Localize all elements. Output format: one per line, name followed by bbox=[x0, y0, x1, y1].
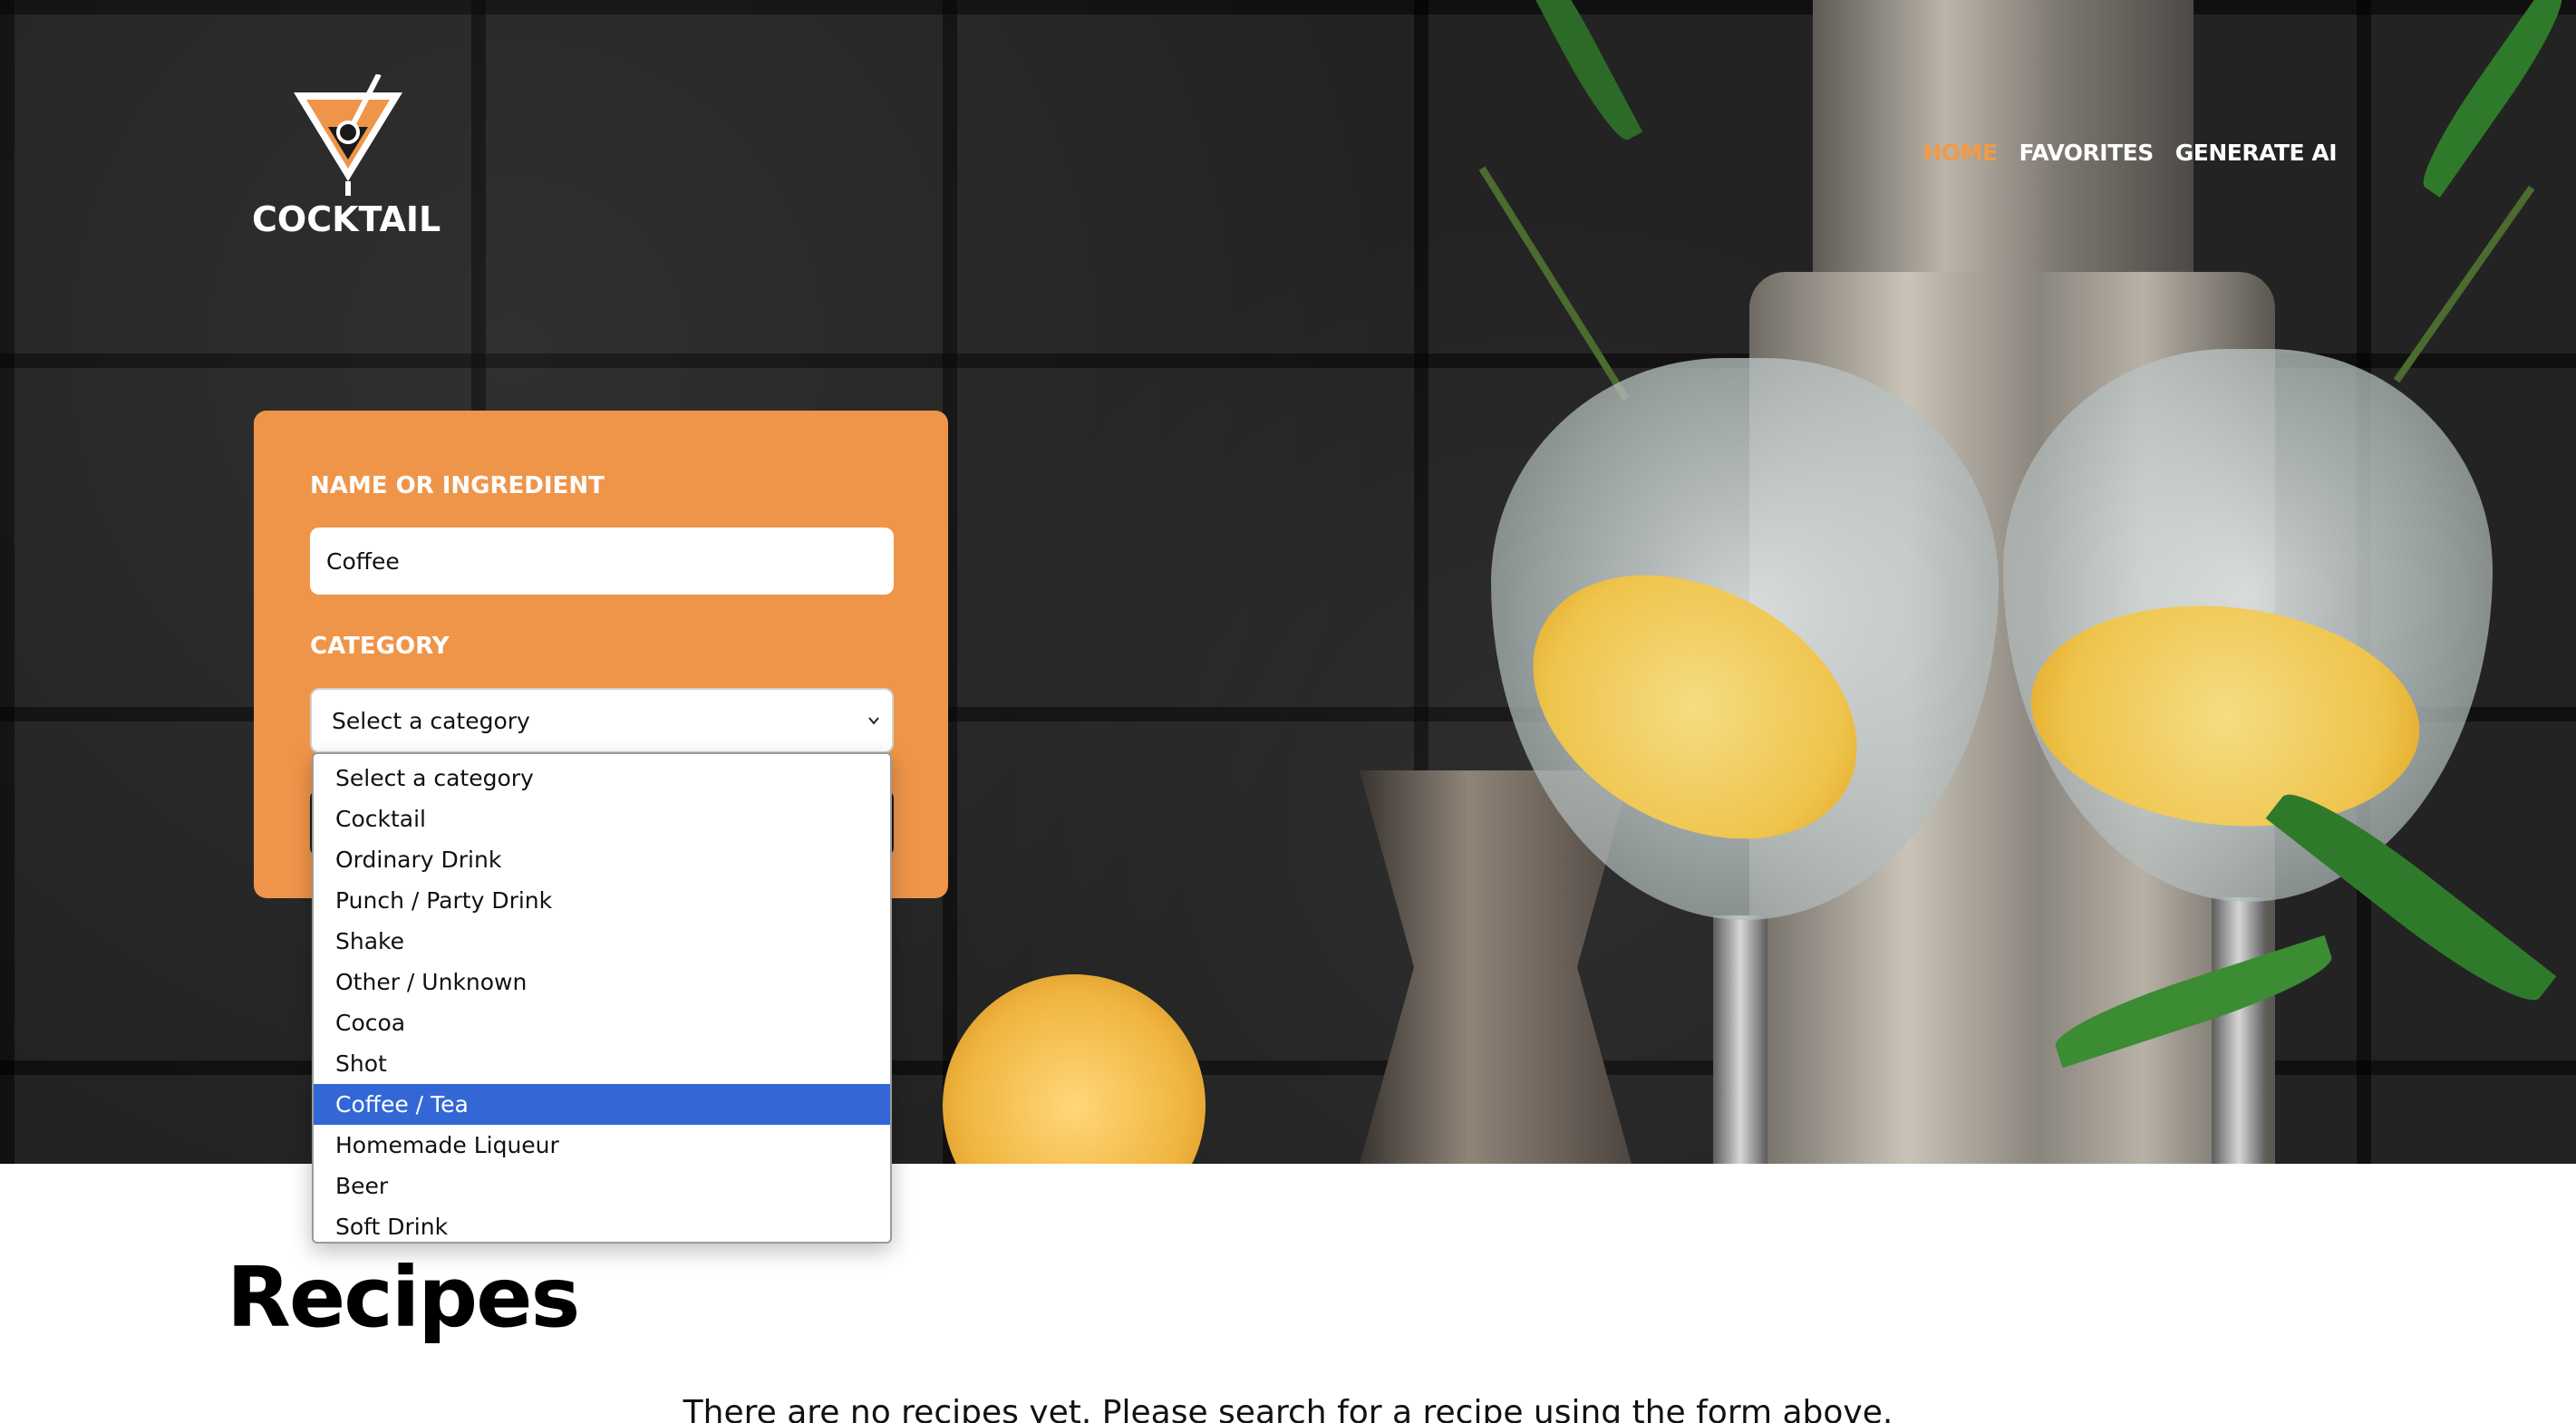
brand-name: COCKTAIL bbox=[252, 199, 441, 239]
nav-favorites-link[interactable]: FAVORITES bbox=[2019, 140, 2155, 166]
nav-home-link[interactable]: HOME bbox=[1922, 140, 1998, 166]
glass-stem-image bbox=[1713, 915, 1767, 1164]
category-option[interactable]: Punch / Party Drink bbox=[314, 880, 890, 921]
category-dropdown-list: Select a category Cocktail Ordinary Drin… bbox=[312, 752, 892, 1244]
main-nav: HOME FAVORITES GENERATE AI bbox=[1922, 140, 2337, 166]
category-option[interactable]: Shake bbox=[314, 921, 890, 962]
category-label: CATEGORY bbox=[310, 633, 450, 660]
category-select-value: Select a category bbox=[332, 707, 530, 734]
glass-stem-image bbox=[2212, 897, 2266, 1164]
nav-generate-ai-link[interactable]: GENERATE AI bbox=[2175, 140, 2338, 166]
name-ingredient-label: NAME OR INGREDIENT bbox=[310, 472, 605, 499]
category-option[interactable]: Beer bbox=[314, 1166, 890, 1206]
brand-logo[interactable]: COCKTAIL bbox=[252, 74, 441, 247]
category-option[interactable]: Cocoa bbox=[314, 1002, 890, 1043]
category-option[interactable]: Homemade Liqueur bbox=[314, 1125, 890, 1166]
category-option[interactable]: Shot bbox=[314, 1043, 890, 1084]
category-option[interactable]: Soft Drink bbox=[314, 1206, 890, 1242]
category-option[interactable]: Ordinary Drink bbox=[314, 839, 890, 880]
chevron-down-icon bbox=[868, 717, 879, 725]
category-option-highlighted[interactable]: Coffee / Tea bbox=[314, 1084, 890, 1125]
name-ingredient-input[interactable] bbox=[310, 528, 894, 595]
category-option[interactable]: Other / Unknown bbox=[314, 962, 890, 1002]
empty-state-message: There are no recipes yet. Please search … bbox=[683, 1394, 1893, 1423]
martini-glass-icon bbox=[294, 74, 402, 196]
category-select[interactable]: Select a category bbox=[310, 688, 894, 753]
category-option[interactable]: Cocktail bbox=[314, 799, 890, 839]
category-option[interactable]: Select a category bbox=[314, 758, 890, 799]
recipes-heading: Recipes bbox=[227, 1249, 580, 1346]
